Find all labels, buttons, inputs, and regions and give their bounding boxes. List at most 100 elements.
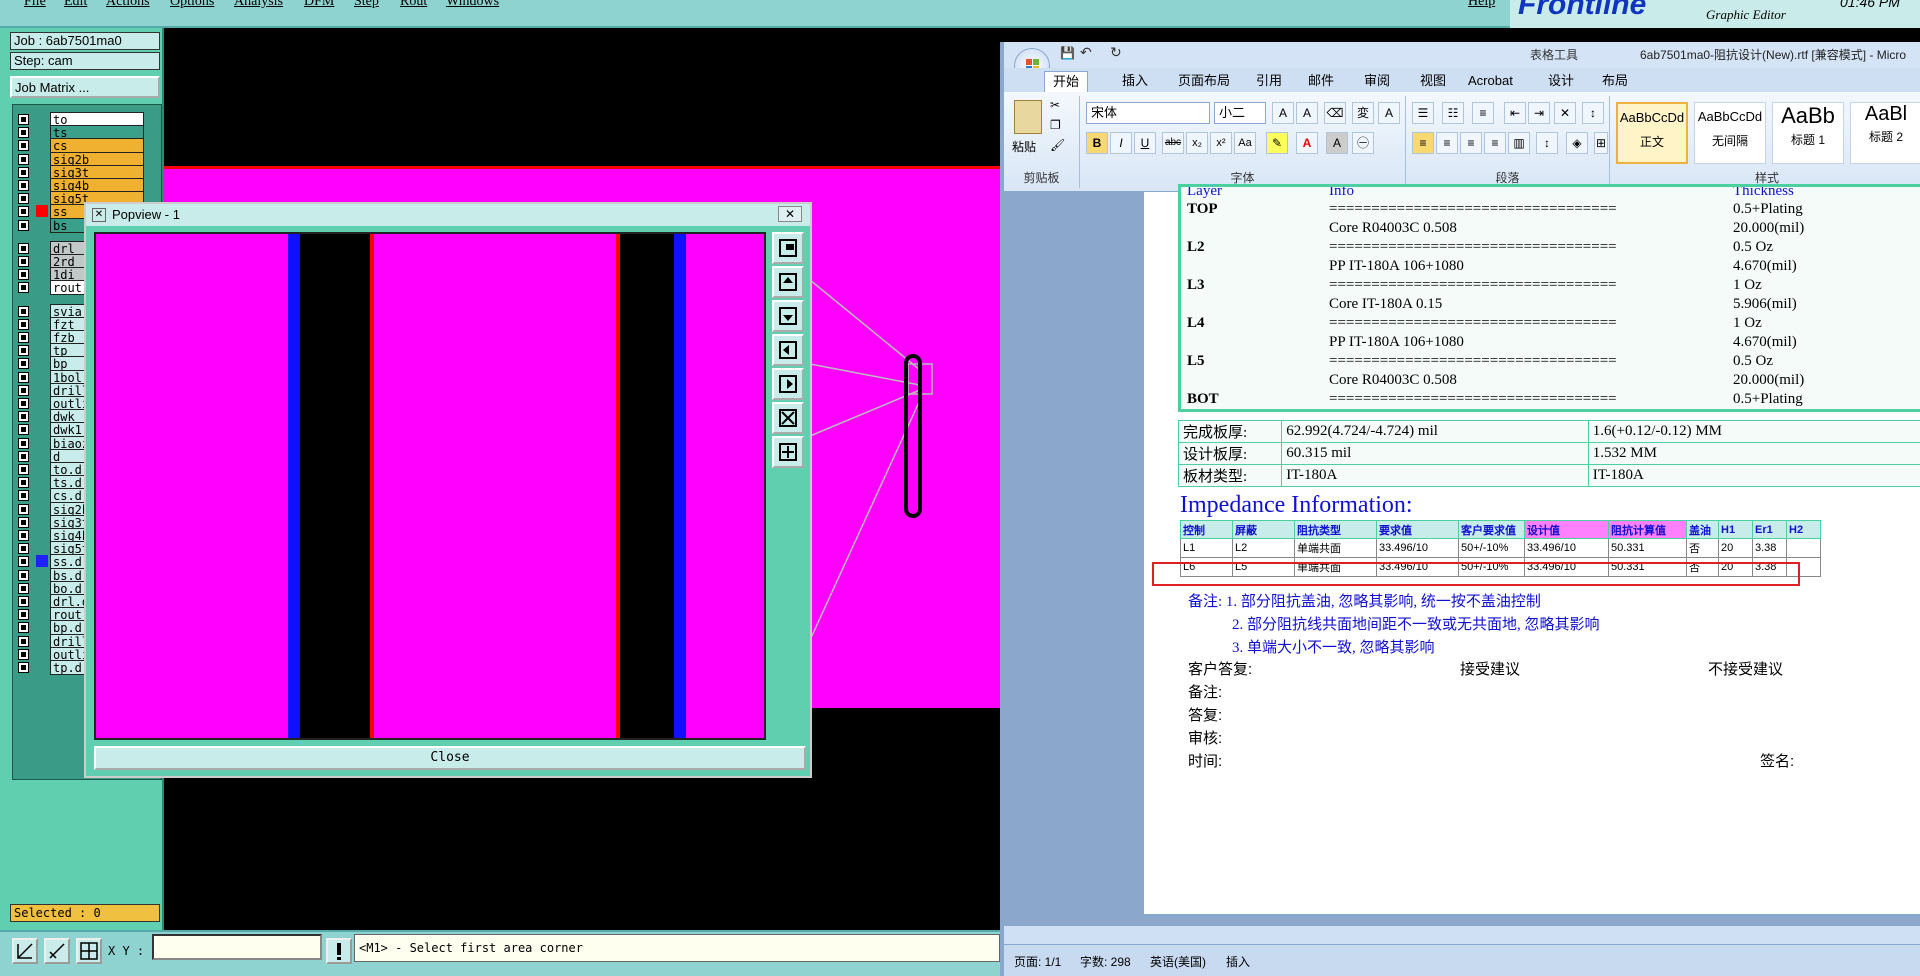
- layer-checkbox[interactable]: [18, 648, 29, 660]
- paste-icon[interactable]: [1014, 100, 1042, 134]
- chinese-layout-button[interactable]: ✕: [1554, 102, 1576, 124]
- superscript-button[interactable]: x²: [1210, 132, 1232, 154]
- select-tool-button[interactable]: [12, 938, 38, 964]
- layer-checkbox[interactable]: [18, 180, 29, 191]
- enclose-char-button[interactable]: ㊀: [1352, 132, 1374, 154]
- numbering-button[interactable]: ☷: [1442, 102, 1464, 124]
- distribute-button[interactable]: ▥: [1508, 132, 1530, 154]
- shading-button[interactable]: ◈: [1566, 132, 1588, 154]
- font-color-button[interactable]: A: [1296, 132, 1318, 154]
- copy-icon[interactable]: ❐: [1050, 118, 1061, 132]
- style-no-spacing[interactable]: AaBbCcDd 无间隔: [1694, 102, 1766, 164]
- ribbon-tab[interactable]: 插入: [1114, 71, 1156, 92]
- align-left-button[interactable]: ≡: [1412, 132, 1434, 154]
- pan-up-button[interactable]: [772, 266, 804, 298]
- layer-checkbox[interactable]: [18, 543, 29, 555]
- menu-step[interactable]: Step: [354, 0, 379, 10]
- layer-checkbox[interactable]: [18, 345, 29, 357]
- document-page[interactable]: Layer Info Thickness TOP ===================…: [1144, 184, 1920, 914]
- job-matrix-button[interactable]: Job Matrix ...: [10, 76, 160, 98]
- ribbon-tab[interactable]: 邮件: [1300, 71, 1342, 92]
- menu-help[interactable]: Help: [1468, 0, 1495, 10]
- highlight-button[interactable]: ✎: [1266, 132, 1288, 154]
- save-icon[interactable]: 💾: [1060, 46, 1075, 60]
- layer-checkbox[interactable]: [18, 114, 29, 125]
- pan-left-button[interactable]: [772, 334, 804, 366]
- menu-dfm[interactable]: DFM: [304, 0, 334, 10]
- ribbon-tab[interactable]: 开始: [1044, 71, 1089, 92]
- status-language[interactable]: 英语(美国): [1150, 953, 1206, 970]
- xy-coordinate-input[interactable]: [152, 934, 322, 960]
- bullets-button[interactable]: ☰: [1412, 102, 1434, 124]
- pan-down-button[interactable]: [772, 300, 804, 332]
- menu-rout[interactable]: Rout: [400, 0, 427, 10]
- layer-checkbox[interactable]: [18, 635, 29, 647]
- layer-checkbox[interactable]: [18, 477, 29, 489]
- popview-titlebar[interactable]: ✕ Popview - 1 ✕: [86, 204, 810, 226]
- ribbon-tab[interactable]: 布局: [1594, 71, 1636, 92]
- window-menu-icon[interactable]: ✕: [92, 208, 106, 222]
- style-heading-2[interactable]: AaBl 标题 2: [1850, 102, 1920, 164]
- font-name-select[interactable]: 宋体: [1086, 102, 1210, 124]
- ribbon-tab[interactable]: 审阅: [1356, 71, 1398, 92]
- underline-button[interactable]: U: [1134, 132, 1156, 154]
- subscript-button[interactable]: x₂: [1186, 132, 1208, 154]
- layer-checkbox[interactable]: [18, 256, 29, 267]
- decrease-indent-button[interactable]: ⇤: [1504, 102, 1526, 124]
- style-heading-1[interactable]: AaBb 标题 1: [1772, 102, 1844, 164]
- menu-options[interactable]: Options: [170, 0, 214, 10]
- ribbon-tab[interactable]: 设计: [1540, 71, 1582, 92]
- change-case-button[interactable]: Aa: [1234, 132, 1256, 154]
- layer-checkbox[interactable]: [18, 596, 29, 607]
- char-border-button[interactable]: A: [1378, 102, 1400, 124]
- layer-checkbox[interactable]: [18, 662, 29, 673]
- layer-checkbox[interactable]: [18, 530, 29, 541]
- ribbon-tab[interactable]: 视图: [1412, 71, 1454, 92]
- layer-checkbox[interactable]: [18, 411, 29, 423]
- undo-icon[interactable]: ↶: [1080, 44, 1092, 61]
- grid-tool-button[interactable]: [76, 938, 102, 964]
- menu-windows[interactable]: Windows: [446, 0, 499, 10]
- status-page[interactable]: 页面: 1/1: [1014, 953, 1061, 970]
- strikethrough-button[interactable]: abc: [1162, 132, 1184, 154]
- layer-checkbox[interactable]: [18, 127, 29, 139]
- clear-format-button[interactable]: ⌫: [1324, 102, 1346, 124]
- shrink-font-button[interactable]: A: [1296, 102, 1318, 124]
- layer-checkbox[interactable]: [18, 193, 29, 205]
- ribbon-tab[interactable]: 页面布局: [1170, 71, 1238, 92]
- layer-checkbox[interactable]: [18, 516, 29, 528]
- style-normal[interactable]: AaBbCcDd 正文: [1616, 102, 1688, 164]
- bold-button[interactable]: B: [1086, 132, 1108, 154]
- layer-checkbox[interactable]: [18, 556, 29, 568]
- info-button[interactable]: [326, 938, 352, 964]
- menu-analysis[interactable]: Analysis: [234, 0, 283, 10]
- increase-indent-button[interactable]: ⇥: [1528, 102, 1550, 124]
- borders-button[interactable]: ⊞: [1594, 132, 1608, 154]
- cut-icon[interactable]: ✂: [1050, 98, 1060, 112]
- layer-checkbox[interactable]: [18, 437, 29, 449]
- sort-button[interactable]: ↕: [1582, 102, 1604, 124]
- font-size-select[interactable]: 小二: [1214, 102, 1266, 124]
- char-shading-button[interactable]: A: [1326, 132, 1348, 154]
- popview-close-button[interactable]: Close: [94, 746, 806, 770]
- layer-checkbox[interactable]: [18, 609, 29, 621]
- menu-edit[interactable]: Edit: [64, 0, 87, 10]
- layer-checkbox[interactable]: [18, 305, 29, 317]
- status-words[interactable]: 字数: 298: [1080, 953, 1131, 970]
- justify-button[interactable]: ≡: [1484, 132, 1506, 154]
- layer-checkbox[interactable]: [18, 318, 29, 330]
- layer-checkbox[interactable]: [18, 424, 29, 436]
- layer-checkbox[interactable]: [18, 384, 29, 396]
- italic-button[interactable]: I: [1110, 132, 1132, 154]
- layer-checkbox[interactable]: [18, 490, 29, 502]
- layer-checkbox[interactable]: [18, 371, 29, 383]
- layer-checkbox[interactable]: [18, 242, 29, 254]
- align-center-button[interactable]: ≡: [1436, 132, 1458, 154]
- menu-file[interactable]: File: [24, 0, 46, 10]
- layer-checkbox[interactable]: [18, 219, 29, 231]
- format-painter-icon[interactable]: 🖌: [1050, 138, 1065, 152]
- zoom-fit-button[interactable]: [772, 232, 804, 264]
- layer-checkbox[interactable]: [18, 140, 29, 152]
- status-insert-mode[interactable]: 插入: [1226, 953, 1250, 970]
- zoom-in-button[interactable]: [772, 402, 804, 434]
